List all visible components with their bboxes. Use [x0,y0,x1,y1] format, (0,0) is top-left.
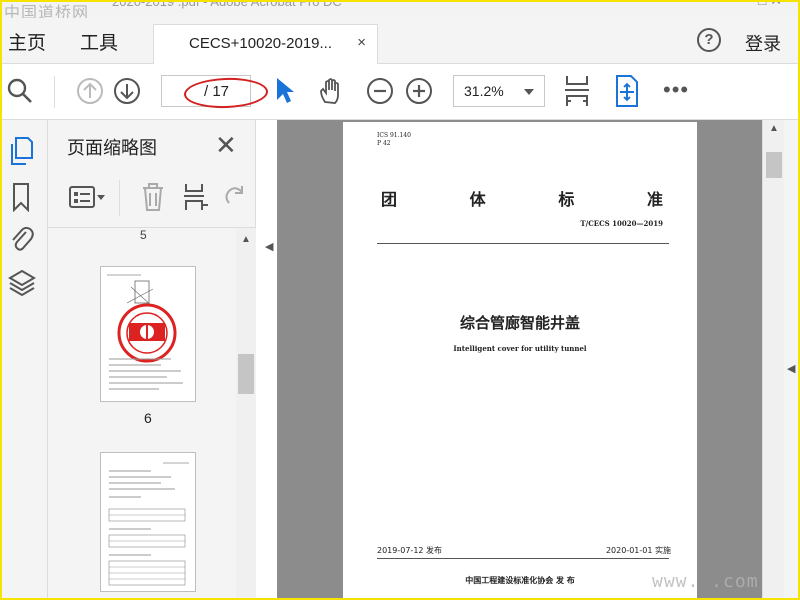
publish-date: 2019-07-12 发布 [377,546,443,555]
panel-scrollbar[interactable]: ▲ [236,228,256,600]
close-panel-icon[interactable]: ✕ [215,130,237,161]
panel-toolbar [48,172,256,228]
expand-right-panel-icon[interactable]: ◀ [787,362,795,375]
fit-width-icon[interactable] [563,74,591,113]
tab-home[interactable]: 主页 [8,28,46,55]
panel-scroll-thumb[interactable] [238,354,254,394]
pages-icon[interactable] [8,136,34,165]
delete-page-icon[interactable] [140,182,166,217]
panel-title: 页面缩略图 [67,138,157,158]
heading-char: 体 [469,190,486,209]
page-label-5: 5 [140,228,147,242]
document-scroll-thumb[interactable] [766,152,782,178]
title-bar: 中国道桥网 2020-2019 .pdf - Adobe Acrobat Pro… [0,0,800,18]
thumbnail-options-icon[interactable] [68,184,108,215]
prev-page-icon[interactable] [76,77,104,110]
tab-document[interactable]: CECS+10020-2019... × [153,24,378,65]
ics-code: ICS 91.140 [377,132,411,139]
implement-date: 2020-01-01 实施 [605,546,671,555]
window-title: 2020-2019 .pdf - Adobe Acrobat Pro DC [112,0,342,9]
fit-page-icon[interactable] [614,74,640,113]
document-tab-label: CECS+10020-2019... [189,35,333,52]
top-rule [377,243,669,244]
login-button[interactable]: 登录 [745,30,781,56]
hand-icon[interactable] [316,76,346,111]
panel-divider [119,180,120,216]
title-english: Intelligent cover for utility tunnel [453,344,587,353]
page-label-6: 6 [144,410,152,426]
window-buttons[interactable]: — □ ✕ [740,0,782,9]
bookmark-icon[interactable] [8,182,34,213]
bottom-rule [377,558,669,559]
more-icon[interactable]: ••• [663,77,689,103]
thumbnail-list: 5 6 [48,228,236,600]
chevron-down-icon [524,89,534,95]
close-tab-icon[interactable]: × [357,34,366,51]
watermark-top: 中国道桥网 [4,3,90,18]
next-page-icon[interactable] [113,77,141,110]
thumbnail-page-7[interactable] [100,452,196,592]
page-heading: 团 体 标 准 [381,186,663,210]
watermark-bottom: www. .com [652,571,759,592]
attachment-icon[interactable] [8,224,34,252]
p-code: P 42 [377,140,391,147]
rotate-icon[interactable] [222,182,248,217]
title-chinese: 综合管廊智能井盖 [459,314,580,332]
select-cursor-icon[interactable] [274,76,296,111]
collapse-panel-icon[interactable]: ◀ [265,240,273,253]
help-icon[interactable]: ? [697,28,721,52]
left-rail [0,120,48,600]
tab-tools[interactable]: 工具 [80,28,118,55]
thumbnail-page-6[interactable] [100,266,196,402]
layers-icon[interactable] [8,268,36,297]
document-page: ICS 91.140 P 42 团 体 标 准 T/CECS 10020—201… [343,122,697,600]
zoom-out-icon[interactable] [366,77,394,110]
scroll-up-icon[interactable]: ▲ [769,123,779,134]
tab-bar: 主页 工具 CECS+10020-2019... × ? 登录 [0,18,800,65]
organization: 中国工程建设标准化协会 发 布 [465,576,575,585]
toolbar-divider [54,76,55,108]
zoom-select[interactable]: 31.2% [453,75,545,107]
zoom-value: 31.2% [464,83,504,99]
right-panel-edge: ◀ [784,120,800,600]
scroll-up-icon[interactable]: ▲ [241,234,251,245]
search-icon[interactable] [6,77,34,110]
extract-pages-icon[interactable] [182,182,210,217]
toolbar: / 17 31.2% ••• [0,64,800,120]
heading-char: 标 [558,190,575,209]
heading-char: 团 [381,190,398,209]
standard-number: T/CECS 10020—2019 [580,219,663,228]
zoom-in-icon[interactable] [405,77,433,110]
document-scrollbar[interactable]: ▲ [762,120,784,600]
heading-char: 准 [646,190,663,209]
thumbnail-panel: 页面缩略图 ✕ 5 6 ▲ [48,120,256,600]
